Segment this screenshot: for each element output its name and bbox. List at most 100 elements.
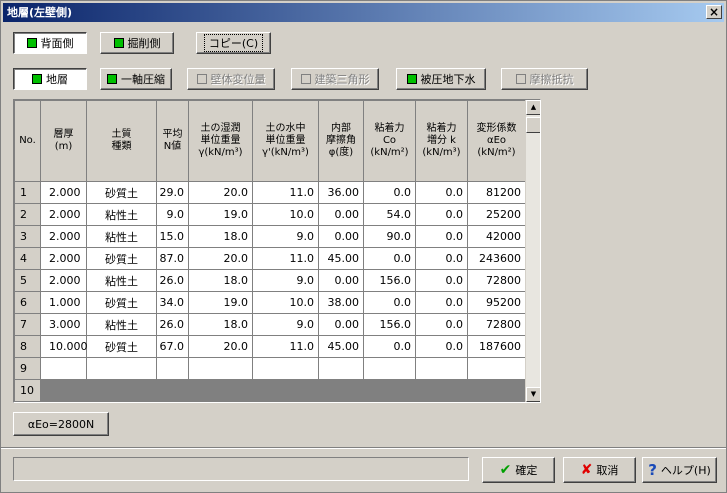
table-cell[interactable]: 10.000 [40,335,88,358]
table-cell[interactable]: 45.00 [318,335,364,358]
back-side-button[interactable]: 背面側 [13,32,87,54]
table-cell[interactable]: 粘性土 [86,269,157,292]
table-cell[interactable]: 25200 [467,203,526,226]
table-cell[interactable]: 187600 [467,335,526,358]
table-cell[interactable]: 砂質土 [86,335,157,358]
table-row[interactable]: 8 10.000 砂質土 67.0 20.0 11.0 45.00 0.0 0.0 187600 [14,335,526,358]
table-cell[interactable] [156,401,189,402]
table-cell[interactable]: 粘性土 [86,203,157,226]
table-cell[interactable] [467,379,526,402]
table-cell[interactable]: 18.0 [188,225,253,248]
strata-grid[interactable]: No. 層厚 (m) 土質 種類 平均 N値 土の湿潤 単位重量 γ(kN/m³) 土の水… [13,99,541,403]
table-cell[interactable]: 3.000 [40,313,87,336]
table-cell[interactable] [363,401,416,402]
table-cell[interactable]: 2.000 [40,225,87,248]
table-cell[interactable]: 2.000 [40,181,87,204]
table-cell[interactable]: 20.0 [188,181,253,204]
table-cell[interactable]: 0.0 [415,291,468,314]
copy-button[interactable]: コピー(C) [196,32,271,54]
table-cell[interactable]: 34.0 [156,291,189,314]
table-cell[interactable] [40,401,87,402]
aeo-button[interactable]: αEo=2800N [13,412,109,436]
excavation-side-button[interactable]: 掘削側 [100,32,174,54]
scroll-down-icon[interactable]: ▼ [526,387,540,402]
table-cell[interactable]: 36.00 [318,181,364,204]
table-row[interactable]: 7 3.000 粘性土 26.0 18.0 9.0 0.00 156.0 0.0 72800 [14,313,526,336]
table-cell[interactable]: 0.0 [363,291,416,314]
table-cell[interactable] [86,401,157,402]
table-cell[interactable]: 42000 [467,225,526,248]
wall-displacement-button[interactable]: 壁体変位量 [187,68,275,90]
table-cell[interactable]: 0.0 [363,335,416,358]
table-cell[interactable]: 26.0 [156,313,189,336]
table-cell[interactable]: 9.0 [252,269,319,292]
close-icon[interactable]: × [706,5,722,19]
table-cell[interactable]: 0.0 [415,335,468,358]
table-cell[interactable] [252,357,319,380]
table-cell[interactable]: 0.0 [363,181,416,204]
table-row[interactable]: 2 2.000 粘性土 9.0 19.0 10.0 0.00 54.0 0.0 25200 [14,203,526,226]
table-cell[interactable]: 0.0 [415,181,468,204]
strata-button[interactable]: 地層 [13,68,87,90]
table-cell[interactable]: 72800 [467,313,526,336]
table-cell[interactable]: 20.0 [188,335,253,358]
table-row[interactable]: 4 2.000 砂質土 87.0 20.0 11.0 45.00 0.0 0.0 243600 [14,247,526,270]
table-row[interactable]: 3 2.000 粘性土 15.0 18.0 9.0 0.00 90.0 0.0 42000 [14,225,526,248]
table-cell[interactable]: 90.0 [363,225,416,248]
table-cell[interactable]: 156.0 [363,269,416,292]
table-cell[interactable]: 0.0 [415,225,468,248]
table-cell[interactable]: 0.0 [415,203,468,226]
table-cell[interactable]: 87.0 [156,247,189,270]
table-cell[interactable] [188,357,253,380]
table-cell[interactable]: 29.0 [156,181,189,204]
table-cell[interactable] [40,379,87,402]
table-cell[interactable]: 2.000 [40,203,87,226]
table-cell[interactable] [363,357,416,380]
table-cell[interactable]: 0.00 [318,313,364,336]
table-cell[interactable]: 72800 [467,269,526,292]
table-cell[interactable]: 0.0 [415,313,468,336]
triangle-button[interactable]: 建築三角形 [291,68,379,90]
table-row[interactable]: 10 [14,379,526,402]
confined-water-button[interactable]: 被圧地下水 [396,68,486,90]
vertical-scrollbar[interactable]: ▲ ▼ [525,100,540,402]
scroll-thumb[interactable] [526,117,540,133]
table-cell[interactable]: 243600 [467,247,526,270]
table-row[interactable]: 1 2.000 砂質土 29.0 20.0 11.0 36.00 0.0 0.0 81200 [14,181,526,204]
ok-button[interactable]: ✔ 確定 [482,457,555,483]
table-cell[interactable]: 粘性土 [86,313,157,336]
table-cell[interactable] [318,401,364,402]
table-cell[interactable] [415,401,468,402]
table-cell[interactable]: 1.000 [40,291,87,314]
table-cell[interactable] [156,379,189,402]
table-cell[interactable]: 95200 [467,291,526,314]
table-cell[interactable]: 19.0 [188,203,253,226]
table-cell[interactable] [252,401,319,402]
table-cell[interactable]: 18.0 [188,269,253,292]
table-cell[interactable] [415,357,468,380]
table-cell[interactable] [467,357,526,380]
table-cell[interactable]: 15.0 [156,225,189,248]
table-cell[interactable] [40,357,87,380]
table-cell[interactable]: 11.0 [252,181,319,204]
table-cell[interactable] [86,379,157,402]
table-cell[interactable] [318,379,364,402]
table-cell[interactable] [467,401,526,402]
table-cell[interactable] [188,379,253,402]
table-row[interactable]: 6 1.000 砂質土 34.0 19.0 10.0 38.00 0.0 0.0 95200 [14,291,526,314]
table-cell[interactable]: 45.00 [318,247,364,270]
table-row[interactable]: 9 [14,357,526,380]
table-cell[interactable]: 38.00 [318,291,364,314]
table-cell[interactable]: 0.0 [415,269,468,292]
table-cell[interactable]: 10.0 [252,291,319,314]
scroll-up-icon[interactable]: ▲ [526,100,540,115]
table-cell[interactable]: 54.0 [363,203,416,226]
table-cell[interactable]: 砂質土 [86,181,157,204]
table-cell[interactable]: 9.0 [252,313,319,336]
table-cell[interactable]: 2.000 [40,269,87,292]
help-button[interactable]: ? ヘルプ(H) [642,457,717,483]
table-cell[interactable]: 19.0 [188,291,253,314]
friction-button[interactable]: 摩擦抵抗 [501,68,588,90]
table-cell[interactable]: 0.00 [318,203,364,226]
table-cell[interactable]: 9.0 [156,203,189,226]
